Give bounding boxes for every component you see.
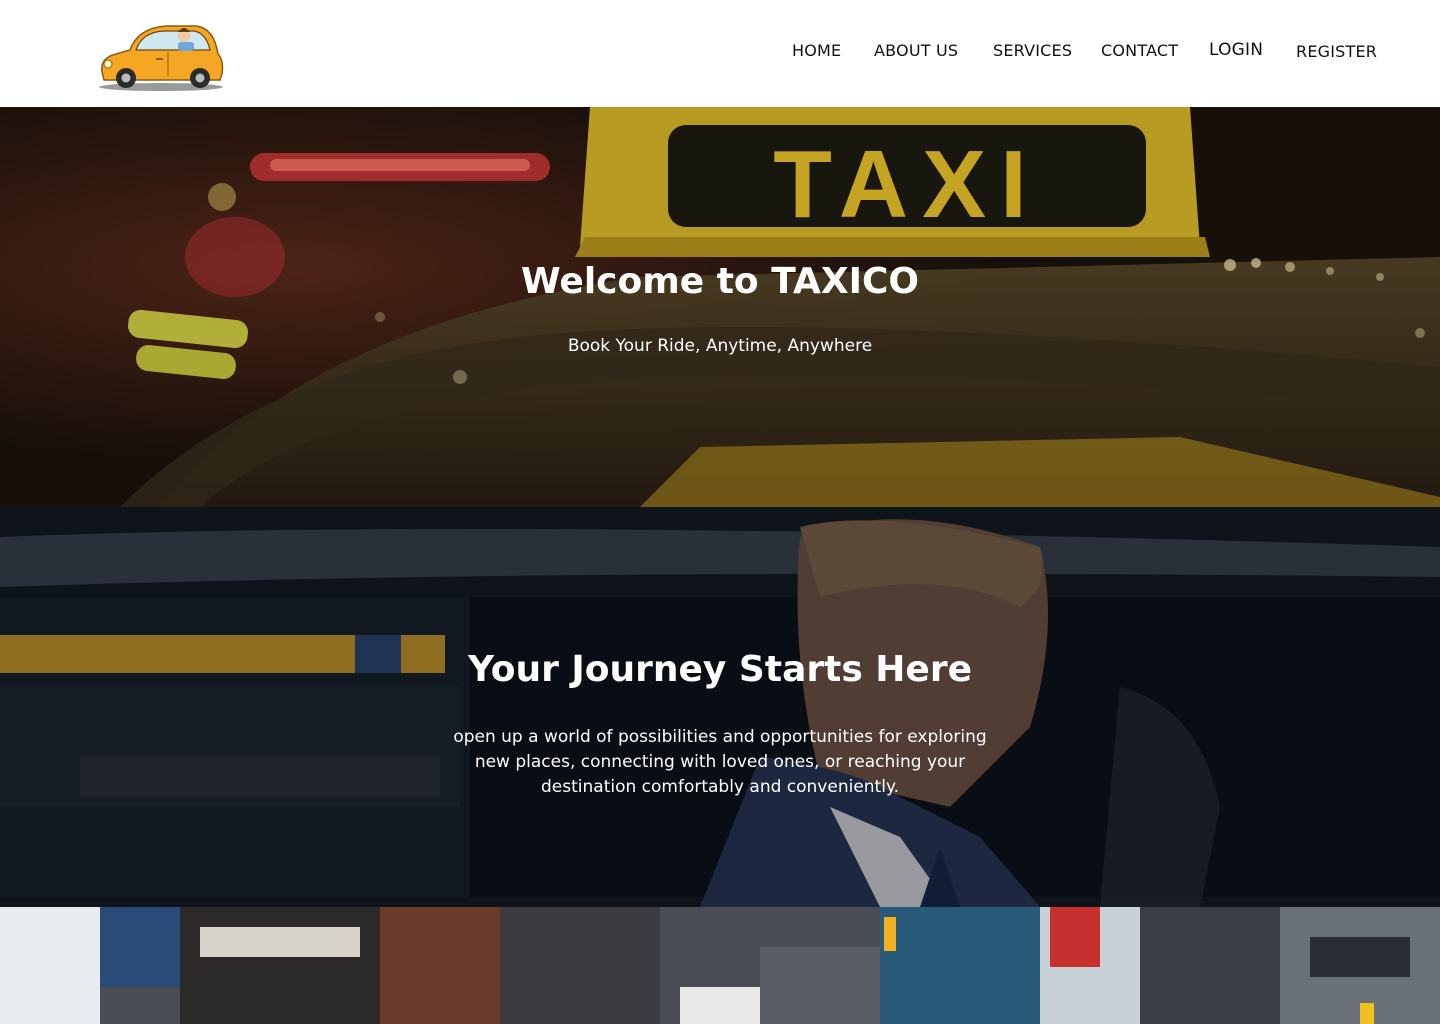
taxi-cartoon-logo[interactable] (96, 14, 226, 92)
hero-journey-title: Your Journey Starts Here (467, 649, 973, 690)
nav-about-link[interactable]: ABOUT US (874, 41, 958, 60)
hero-journey-section: Your Journey Starts Here open up a world… (0, 507, 1440, 907)
nav-login-link[interactable]: LOGIN (1209, 40, 1263, 60)
hero-journey-text: open up a world of possibilities and opp… (453, 727, 987, 797)
nav-contact-link[interactable]: CONTACT (1101, 41, 1178, 60)
hero-welcome-title: Welcome to TAXICO (521, 261, 919, 302)
nav-register-link[interactable]: REGISTER (1296, 42, 1377, 61)
hero-dim-overlay (0, 107, 1440, 507)
hero-dim-overlay (0, 507, 1440, 907)
city-street-background-image (0, 907, 1440, 1024)
hero-welcome-section: TAXI Welcome to TAXICO Book Your Ride, A… (0, 107, 1440, 507)
site-header: HOME ABOUT US SERVICES CONTACT LOGIN REG… (0, 0, 1440, 107)
city-street-section (0, 907, 1440, 1024)
nav-services-link[interactable]: SERVICES (993, 41, 1072, 60)
nav-home-link[interactable]: HOME (792, 41, 841, 60)
hero-welcome-subtitle: Book Your Ride, Anytime, Anywhere (567, 336, 873, 356)
